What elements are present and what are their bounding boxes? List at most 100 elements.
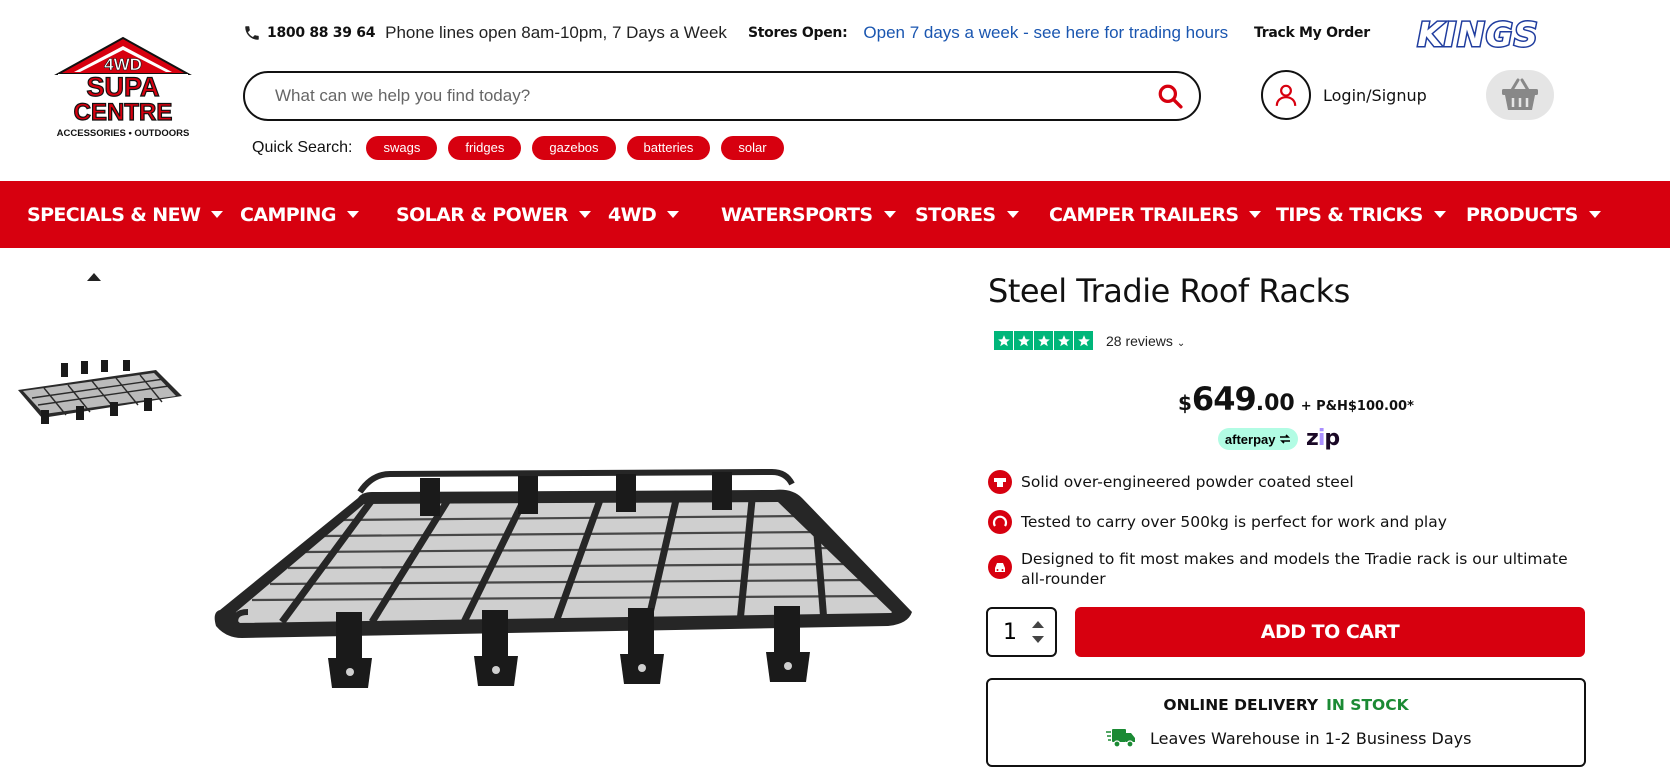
- trustpilot-stars: [994, 331, 1094, 350]
- delivery-time-text: Leaves Warehouse in 1-2 Business Days: [1150, 728, 1472, 748]
- caret-down-icon: [1006, 211, 1019, 218]
- nav-label: CAMPING: [240, 203, 336, 226]
- nav-tips-tricks[interactable]: TIPS & TRICKS: [1276, 181, 1446, 248]
- product-thumbnail[interactable]: [6, 360, 182, 424]
- cart-button[interactable]: [1486, 70, 1554, 120]
- quick-search-tag-gazebos[interactable]: gazebos: [532, 136, 616, 160]
- nav-label: WATERSPORTS: [721, 203, 873, 226]
- nav-label: CAMPER TRAILERS: [1049, 203, 1239, 226]
- feature-text: Designed to fit most makes and models th…: [1021, 550, 1568, 588]
- supa-centre-logo[interactable]: 4WD SUPA CENTRE ACCESSORIES • OUTDOORS: [52, 36, 194, 140]
- kings-logo-text: KINGS: [1417, 15, 1538, 51]
- phone-icon: [245, 26, 259, 40]
- zip-badge[interactable]: zip: [1306, 428, 1340, 450]
- logo-text-centre: CENTRE: [74, 99, 173, 126]
- quantity-stepper: [986, 607, 1057, 657]
- postage-handling: + P&H$100.00*: [1300, 399, 1414, 414]
- online-delivery-label: ONLINE DELIVERY: [1163, 696, 1319, 714]
- caret-down-icon: [667, 211, 680, 218]
- price-cents: .00: [1255, 391, 1295, 416]
- star-icon: [1054, 331, 1073, 350]
- star-icon: [1034, 331, 1053, 350]
- quick-search-tag-solar[interactable]: solar: [721, 136, 784, 160]
- product-price: $ 649 .00 + P&H$100.00*: [1178, 380, 1414, 418]
- product-rating[interactable]: 28 reviews ⌄: [994, 331, 1185, 350]
- login-signup-link[interactable]: Login/Signup: [1261, 70, 1427, 120]
- thumbnail-scroll-up-icon[interactable]: [86, 272, 102, 282]
- feature-item: Tested to carry over 500kg is perfect fo…: [988, 510, 1588, 534]
- stores-info: Stores Open: Open 7 days a week - see he…: [748, 20, 1228, 46]
- nav-specials-new[interactable]: SPECIALS & NEW: [27, 181, 224, 248]
- kings-logo[interactable]: KINGS KINGS: [1404, 15, 1552, 51]
- delivery-info-box: ONLINE DELIVERY IN STOCK Leaves Warehouse…: [986, 678, 1586, 767]
- stores-open-label: Stores Open:: [748, 25, 848, 41]
- phone-info: 1800 88 39 64 Phone lines open 8am-10pm,…: [243, 20, 727, 46]
- nav-label: SPECIALS & NEW: [27, 203, 201, 226]
- nav-label: TIPS & TRICKS: [1276, 203, 1423, 226]
- caret-down-icon: [1433, 211, 1446, 218]
- nav-stores[interactable]: STORES: [915, 181, 1019, 248]
- steel-icon: [988, 470, 1012, 494]
- quick-search-tag-batteries[interactable]: batteries: [626, 136, 711, 160]
- quick-search: Quick Search: swags fridges gazebos batt…: [252, 136, 795, 160]
- search-bar: [243, 71, 1201, 121]
- nav-solar-power[interactable]: SOLAR & POWER: [396, 181, 591, 248]
- nav-label: PRODUCTS: [1466, 203, 1578, 226]
- reviews-link[interactable]: 28 reviews ⌄: [1106, 333, 1185, 349]
- nav-camper-trailers[interactable]: CAMPER TRAILERS: [1049, 181, 1262, 248]
- nav-camping[interactable]: CAMPING: [240, 181, 359, 248]
- delivery-time: Leaves Warehouse in 1-2 Business Days: [1106, 726, 1471, 750]
- quantity-spinner: [1032, 617, 1044, 647]
- price-currency: $: [1178, 391, 1192, 415]
- search-button[interactable]: [1155, 81, 1185, 111]
- trading-hours-link[interactable]: Open 7 days a week - see here for tradin…: [863, 23, 1228, 43]
- user-icon: [1275, 84, 1297, 106]
- basket-icon: [1502, 78, 1538, 110]
- feature-text: Solid over-engineered powder coated stee…: [1021, 473, 1354, 491]
- track-order-link[interactable]: Track My Order: [1254, 20, 1370, 46]
- star-icon: [994, 331, 1013, 350]
- logo-tagline: ACCESSORIES • OUTDOORS: [57, 128, 190, 139]
- feature-item: Designed to fit most makes and models th…: [988, 549, 1588, 589]
- quick-search-tag-fridges[interactable]: fridges: [448, 136, 522, 160]
- afterpay-arrows-icon: [1280, 434, 1291, 444]
- caret-down-icon: [578, 211, 591, 218]
- search-icon: [1158, 84, 1183, 109]
- feature-item: Solid over-engineered powder coated stee…: [988, 470, 1588, 494]
- main-navigation: SPECIALS & NEW CAMPING SOLAR & POWER 4WD…: [0, 181, 1670, 248]
- delivery-truck-icon: [1106, 729, 1135, 748]
- nav-label: 4WD: [608, 203, 657, 226]
- reviews-count: 28 reviews: [1106, 332, 1173, 349]
- nav-watersports[interactable]: WATERSPORTS: [721, 181, 896, 248]
- phone-hours-text: Phone lines open 8am-10pm, 7 Days a Week: [385, 23, 727, 42]
- nav-label: STORES: [915, 203, 996, 226]
- quantity-up-icon[interactable]: [1032, 621, 1044, 628]
- user-icon-circle: [1261, 70, 1311, 120]
- caret-down-icon: [1588, 211, 1601, 218]
- add-to-cart-button[interactable]: ADD TO CART: [1075, 607, 1585, 657]
- product-title: Steel Tradie Roof Racks: [988, 272, 1350, 310]
- nav-label: SOLAR & POWER: [396, 203, 569, 226]
- star-icon: [1074, 331, 1093, 350]
- track-order-label: Track My Order: [1254, 25, 1370, 41]
- quantity-input[interactable]: [988, 619, 1028, 645]
- quick-search-label: Quick Search:: [252, 139, 353, 156]
- stock-status: IN STOCK: [1326, 696, 1409, 714]
- car-icon: [988, 555, 1012, 579]
- logo-text-supa: SUPA: [86, 72, 159, 102]
- phone-number[interactable]: 1800 88 39 64: [267, 25, 375, 41]
- chevron-down-icon: ⌄: [1176, 337, 1186, 349]
- caret-down-icon: [346, 211, 359, 218]
- afterpay-badge[interactable]: afterpay: [1218, 428, 1298, 450]
- feature-text: Tested to carry over 500kg is perfect fo…: [1021, 513, 1447, 531]
- search-input[interactable]: [275, 86, 1155, 106]
- caret-down-icon: [1249, 211, 1262, 218]
- weight-gauge-icon: [988, 510, 1012, 534]
- nav-4wd[interactable]: 4WD: [608, 181, 680, 248]
- quick-search-tag-swags[interactable]: swags: [366, 136, 438, 160]
- afterpay-label: afterpay: [1224, 431, 1276, 447]
- star-icon: [1014, 331, 1033, 350]
- quantity-down-icon[interactable]: [1032, 636, 1044, 643]
- product-main-image: [214, 468, 912, 688]
- nav-products[interactable]: PRODUCTS: [1466, 181, 1601, 248]
